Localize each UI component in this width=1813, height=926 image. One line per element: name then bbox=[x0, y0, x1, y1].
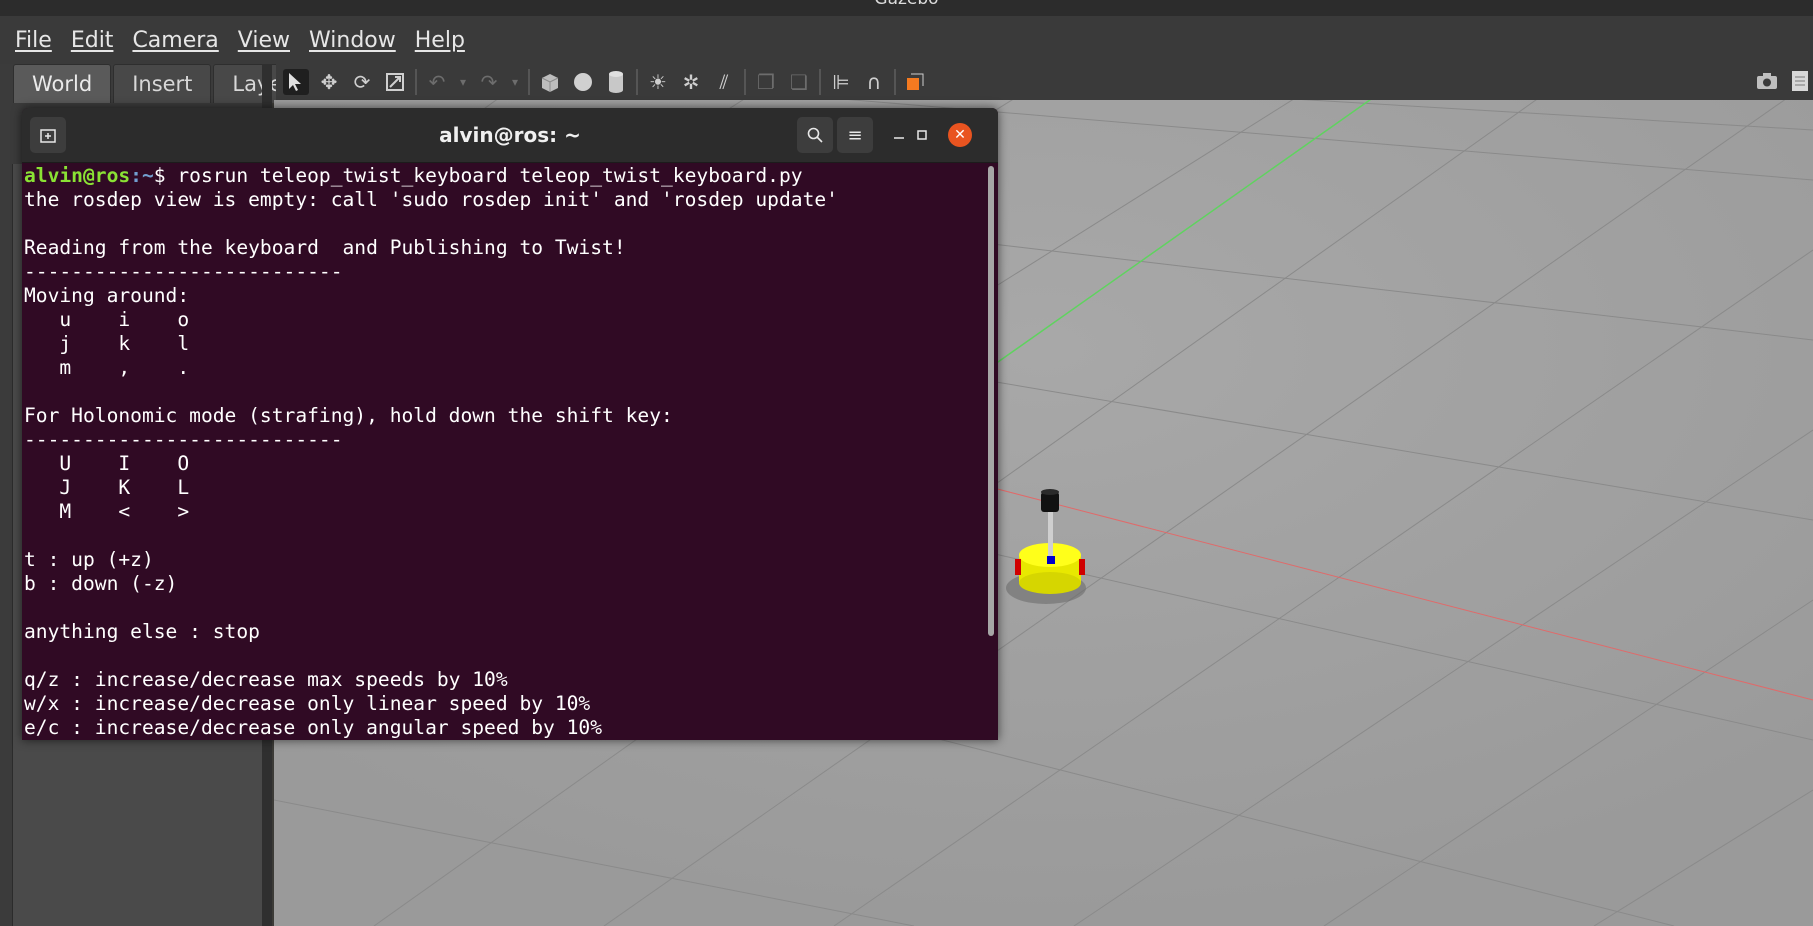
output-line: U I O bbox=[24, 452, 190, 475]
translate-icon[interactable]: ✥ bbox=[316, 69, 342, 95]
hamburger-icon: ≡ bbox=[847, 124, 863, 146]
maximize-button[interactable] bbox=[910, 123, 934, 147]
minimize-icon bbox=[894, 137, 904, 139]
hamburger-menu-button[interactable]: ≡ bbox=[837, 117, 873, 153]
output-line: Moving around: bbox=[24, 284, 190, 307]
output-line: For Holonomic mode (strafing), hold down… bbox=[24, 404, 673, 427]
close-button[interactable]: ✕ bbox=[948, 123, 972, 147]
output-line: t : up (+z) bbox=[24, 548, 154, 571]
toolbar-separator bbox=[819, 69, 821, 95]
output-line: u i o bbox=[24, 308, 190, 331]
prompt-path: :~ bbox=[130, 164, 154, 187]
menubar: File Edit Camera View Window Help bbox=[0, 16, 1813, 64]
snap-icon[interactable]: ∩ bbox=[861, 69, 887, 95]
spot-light-icon[interactable]: ✲ bbox=[678, 69, 704, 95]
left-panel-tabs: World Insert Laye bbox=[13, 64, 303, 103]
minimize-button[interactable] bbox=[887, 123, 911, 147]
toolbar: ✥ ⟳ ↶ ▾ ↷ ▾ ☀ ✲ ⫽ ❐ ❏ ⊫ ∩ bbox=[276, 64, 1813, 100]
output-line: m , . bbox=[24, 356, 190, 379]
command-line: alvin@ros:~$ rosrun teleop_twist_keyboar… bbox=[24, 164, 984, 188]
toolbar-separator bbox=[528, 69, 530, 95]
copy-icon[interactable]: ❐ bbox=[753, 69, 779, 95]
terminal-scrollbar[interactable] bbox=[988, 166, 994, 636]
output-line: --------------------------- bbox=[24, 260, 343, 283]
menu-edit[interactable]: Edit bbox=[71, 28, 114, 53]
menu-window[interactable]: Window bbox=[309, 28, 396, 53]
terminal-output[interactable]: alvin@ros:~$ rosrun teleop_twist_keyboar… bbox=[24, 164, 984, 740]
undo-menu-icon[interactable]: ▾ bbox=[457, 69, 469, 95]
close-icon: ✕ bbox=[954, 127, 966, 143]
output-line: b : down (-z) bbox=[24, 572, 178, 595]
output-line: --------------------------- bbox=[24, 428, 343, 451]
screenshot-icon[interactable] bbox=[1754, 68, 1780, 94]
scale-icon[interactable] bbox=[382, 69, 408, 95]
search-icon bbox=[807, 127, 823, 143]
app-titlebar: Gazebo bbox=[0, 0, 1813, 16]
menu-view[interactable]: View bbox=[238, 28, 290, 53]
output-line: anything else : stop bbox=[24, 620, 260, 643]
log-icon[interactable] bbox=[1787, 68, 1813, 94]
terminal-header[interactable]: alvin@ros: ~ ≡ ✕ bbox=[22, 108, 998, 163]
app-title: Gazebo bbox=[874, 0, 938, 9]
toolbar-separator bbox=[744, 69, 746, 95]
output-line: w/x : increase/decrease only linear spee… bbox=[24, 692, 591, 715]
output-line: the rosdep view is empty: call 'sudo ros… bbox=[24, 188, 838, 211]
maximize-icon bbox=[917, 130, 927, 140]
align-icon[interactable]: ⊫ bbox=[828, 69, 854, 95]
terminal-window[interactable]: alvin@ros: ~ ≡ ✕ alvin@ros:~$ rosrun tel… bbox=[22, 108, 998, 740]
search-button[interactable] bbox=[797, 117, 833, 153]
prompt-user: alvin@ros bbox=[24, 164, 131, 187]
rotate-icon[interactable]: ⟳ bbox=[349, 69, 375, 95]
directional-light-icon[interactable]: ⫽ bbox=[711, 69, 737, 95]
view-angle-icon[interactable] bbox=[903, 69, 929, 95]
tab-world[interactable]: World bbox=[13, 64, 112, 103]
tab-insert[interactable]: Insert bbox=[113, 64, 212, 103]
output-line: j k l bbox=[24, 332, 190, 355]
paste-icon[interactable]: ❏ bbox=[786, 69, 812, 95]
sphere-icon[interactable] bbox=[570, 69, 596, 95]
toolbar-separator bbox=[415, 69, 417, 95]
cylinder-icon[interactable] bbox=[603, 69, 629, 95]
output-line: Reading from the keyboard and Publishing… bbox=[24, 236, 626, 259]
menu-camera[interactable]: Camera bbox=[132, 28, 218, 53]
redo-menu-icon[interactable]: ▾ bbox=[509, 69, 521, 95]
toolbar-separator bbox=[636, 69, 638, 95]
undo-icon[interactable]: ↶ bbox=[424, 69, 450, 95]
output-line: J K L bbox=[24, 476, 190, 499]
toolbar-right bbox=[1747, 68, 1813, 94]
command-text: rosrun teleop_twist_keyboard teleop_twis… bbox=[177, 164, 803, 187]
box-icon[interactable] bbox=[537, 69, 563, 95]
output-line: M < > bbox=[24, 500, 190, 523]
point-light-icon[interactable]: ☀ bbox=[645, 69, 671, 95]
menu-file[interactable]: File bbox=[15, 28, 52, 53]
toolbar-separator bbox=[894, 69, 896, 95]
output-line: e/c : increase/decrease only angular spe… bbox=[24, 716, 603, 739]
output-line: q/z : increase/decrease max speeds by 10… bbox=[24, 668, 508, 691]
prompt-symbol: $ bbox=[153, 164, 178, 187]
menu-help[interactable]: Help bbox=[415, 28, 465, 53]
redo-icon[interactable]: ↷ bbox=[476, 69, 502, 95]
select-icon[interactable] bbox=[283, 69, 309, 95]
